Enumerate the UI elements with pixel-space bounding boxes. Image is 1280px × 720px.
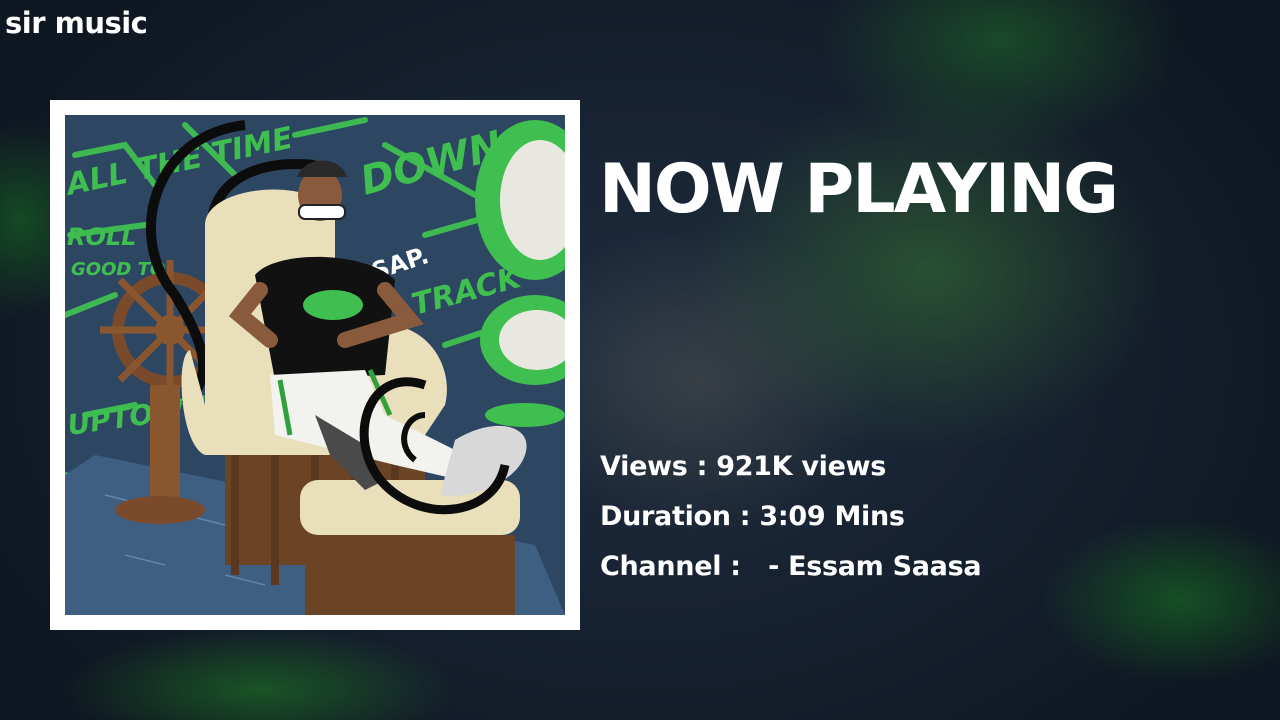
duration-label: Duration : xyxy=(600,501,760,532)
channel-line: Channel : - Essam Saasa xyxy=(600,551,982,582)
views-value: 921K views xyxy=(716,451,887,482)
duration-value: 3:09 Mins xyxy=(759,501,905,532)
album-art-illustration: ALL THE TIME GOOD TO DOWN ROLL TRACK UPT… xyxy=(65,115,565,615)
album-art: ALL THE TIME GOOD TO DOWN ROLL TRACK UPT… xyxy=(65,115,565,615)
app-brand: sir music xyxy=(5,6,148,40)
channel-label: Channel : xyxy=(600,551,759,582)
channel-value: - Essam Saasa xyxy=(758,551,982,582)
now-playing-heading: NOW PLAYING xyxy=(599,150,1119,229)
views-line: Views : 921K views xyxy=(600,451,886,482)
album-art-frame: ALL THE TIME GOOD TO DOWN ROLL TRACK UPT… xyxy=(50,100,580,630)
duration-line: Duration : 3:09 Mins xyxy=(600,501,905,532)
graffiti-text-4: ROLL xyxy=(67,223,136,251)
views-label: Views : xyxy=(600,451,717,482)
